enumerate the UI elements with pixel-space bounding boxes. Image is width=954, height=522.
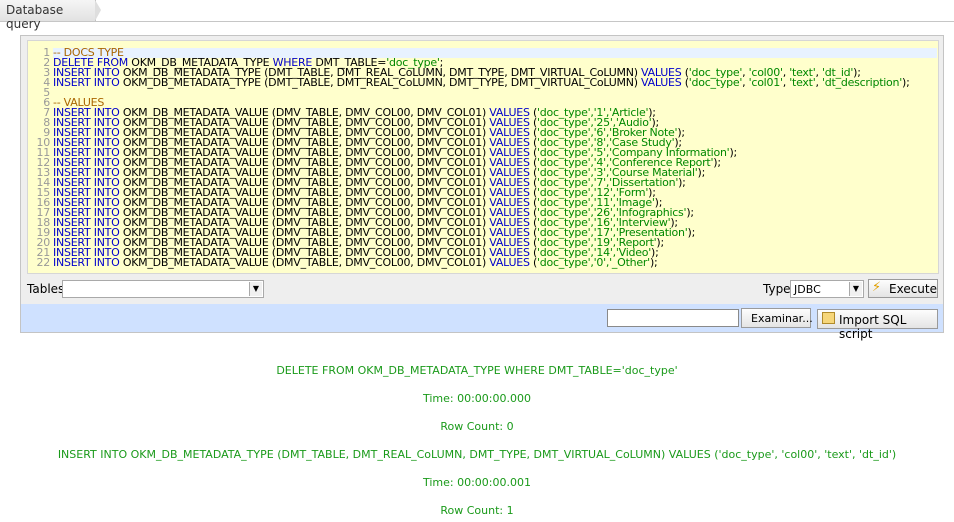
browse-label: Examinar... — [751, 312, 813, 325]
folder-icon — [822, 312, 835, 324]
chevron-down-icon: ▼ — [249, 282, 262, 296]
code-token: 'text' — [789, 76, 816, 89]
result-row-count: Row Count: 0 — [440, 420, 514, 433]
type-select-value: JDBC — [794, 283, 821, 296]
sql-editor[interactable]: 1 2 3 4 5 6 7 8 9 10 11 12 13 14 15 16 17 18 19 20 21 22 -- D… — [27, 40, 939, 274]
code-line: INSERT INTO OKM_DB_METADATA_TYPE (DMT_TA… — [53, 76, 937, 89]
sql-file-input[interactable] — [607, 309, 739, 327]
result-statement: INSERT INTO OKM_DB_METADATA_TYPE (DMT_TA… — [57, 448, 897, 461]
code-token: INSERT INTO — [53, 76, 123, 89]
code-token: ); — [678, 176, 686, 189]
result-row-count: Row Count: 1 — [440, 504, 514, 517]
line-number: 22 — [36, 256, 51, 269]
tab-edge — [95, 0, 101, 21]
code-token: 'dt_description' — [822, 76, 903, 89]
code-token: 'col01' — [748, 76, 783, 89]
code-area[interactable]: -- DOCS TYPE DELETE FROM OKM_DB_METADATA_… — [53, 47, 937, 269]
execute-button[interactable]: ⚡ Execute — [868, 279, 938, 298]
code-token: ); — [902, 76, 910, 89]
result-time: Time: 00:00:00.001 — [422, 476, 532, 489]
code-token: OKM_DB_METADATA_VALUE (DMV_TABLE, DMV_CO… — [122, 256, 490, 269]
result-time: Time: 00:00:00.000 — [422, 392, 532, 405]
lightning-icon: ⚡ — [872, 280, 882, 295]
query-panel: 1 2 3 4 5 6 7 8 9 10 11 12 13 14 15 16 17 18 19 20 21 22 -- D… — [20, 35, 944, 341]
type-label: Type — [763, 282, 791, 296]
query-toolbar: Tables ▼ Type JDBC ▼ ⚡ Execute — [27, 279, 939, 301]
code-token: OKM_DB_METADATA_TYPE (DMT_TABLE, DMT_REA… — [122, 76, 642, 89]
tables-select[interactable]: ▼ — [62, 280, 264, 298]
execute-label: Execute — [889, 282, 937, 296]
import-label: Import SQL script — [839, 313, 907, 341]
type-select[interactable]: JDBC ▼ — [790, 280, 864, 298]
code-token: ); — [713, 156, 721, 169]
code-token: ); — [687, 226, 696, 239]
tab-database-query[interactable]: Database query — [0, 0, 101, 31]
line-number-gutter: 1 2 3 4 5 6 7 8 9 10 11 12 13 14 15 16 17 18 19 20 21 22 — [28, 47, 51, 269]
code-line: INSERT INTO OKM_DB_METADATA_VALUE (DMV_T… — [53, 256, 937, 269]
browse-button[interactable]: Examinar... — [741, 308, 813, 328]
code-token: ); — [697, 166, 706, 179]
code-token: VALUES — [489, 256, 533, 269]
tab-label: Database query — [6, 3, 64, 31]
tab-bar: Database query — [0, 0, 954, 31]
import-sql-script-button[interactable]: Import SQL script — [817, 309, 938, 341]
tables-label: Tables — [27, 282, 65, 296]
import-bar: Examinar... Import SQL script — [21, 304, 943, 341]
code-token: VALUES — [641, 76, 685, 89]
code-token: 'doc_type','0','_Other' — [536, 256, 650, 269]
code-token: ); — [729, 146, 737, 159]
code-token: INSERT INTO — [53, 256, 123, 269]
code-token: ); — [686, 206, 694, 219]
code-token: ); — [649, 256, 658, 269]
result-statement: DELETE FROM OKM_DB_METADATA_TYPE WHERE D… — [276, 364, 678, 377]
code-token: 'doc_type' — [688, 76, 743, 89]
chevron-down-icon: ▼ — [849, 282, 862, 296]
